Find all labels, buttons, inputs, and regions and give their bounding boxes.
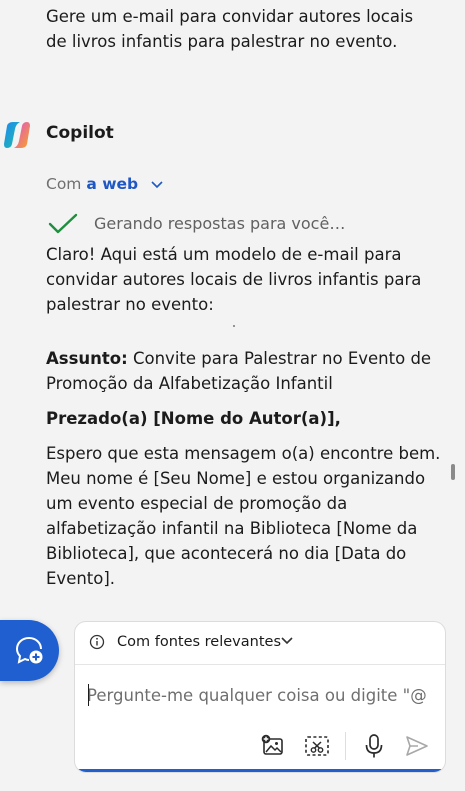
relevance-filter-label[interactable]: Com fontes relevantes	[117, 634, 281, 650]
source-prefix: Com	[46, 175, 82, 193]
chevron-down-icon[interactable]	[151, 180, 163, 189]
microphone-button[interactable]	[360, 732, 388, 760]
email-body-paragraph: Espero que esta mensagem o(a) encontre b…	[46, 444, 441, 588]
email-greeting: Prezado(a) [Nome do Autor(a)],	[46, 409, 341, 428]
new-topic-icon	[15, 637, 43, 664]
toolbar-separator	[345, 732, 346, 760]
info-icon	[89, 634, 105, 650]
chat-input[interactable]	[87, 680, 427, 710]
composer-focus-underline	[75, 769, 445, 772]
source-selector[interactable]: Com a web	[46, 175, 163, 193]
composer-toolbar	[75, 732, 445, 762]
send-button[interactable]	[403, 732, 431, 760]
assistant-name: Copilot	[46, 123, 114, 143]
composer-divider	[75, 664, 445, 665]
send-icon	[406, 736, 428, 756]
subject-label: Assunto:	[46, 349, 128, 368]
microphone-icon	[365, 734, 383, 758]
user-prompt-message: Gere um e-mail para convidar autores loc…	[46, 7, 414, 51]
screenshot-button[interactable]	[303, 732, 331, 760]
new-topic-button[interactable]	[0, 620, 59, 681]
email-subject: Assunto: Convite para Palestrar no Event…	[46, 346, 441, 396]
answer-intro-text: Claro! Aqui está um modelo de e-mail par…	[46, 245, 422, 314]
source-value[interactable]: a web	[86, 175, 138, 193]
text-caret	[88, 684, 89, 706]
chat-composer: Com fontes relevantes	[74, 621, 446, 773]
screenshot-icon	[305, 736, 329, 756]
add-image-icon	[261, 734, 283, 755]
add-image-button[interactable]	[259, 732, 287, 760]
answer-intro: Claro! Aqui está um modelo de e-mail par…	[46, 242, 441, 317]
scrollbar-thumb[interactable]	[451, 464, 455, 480]
chevron-down-icon[interactable]	[281, 637, 293, 645]
assistant-header: Copilot	[0, 118, 465, 152]
checkmark-icon	[48, 213, 78, 234]
divider-dot	[233, 325, 235, 327]
status-text: Gerando respostas para você…	[94, 214, 346, 233]
copilot-logo	[4, 122, 30, 148]
